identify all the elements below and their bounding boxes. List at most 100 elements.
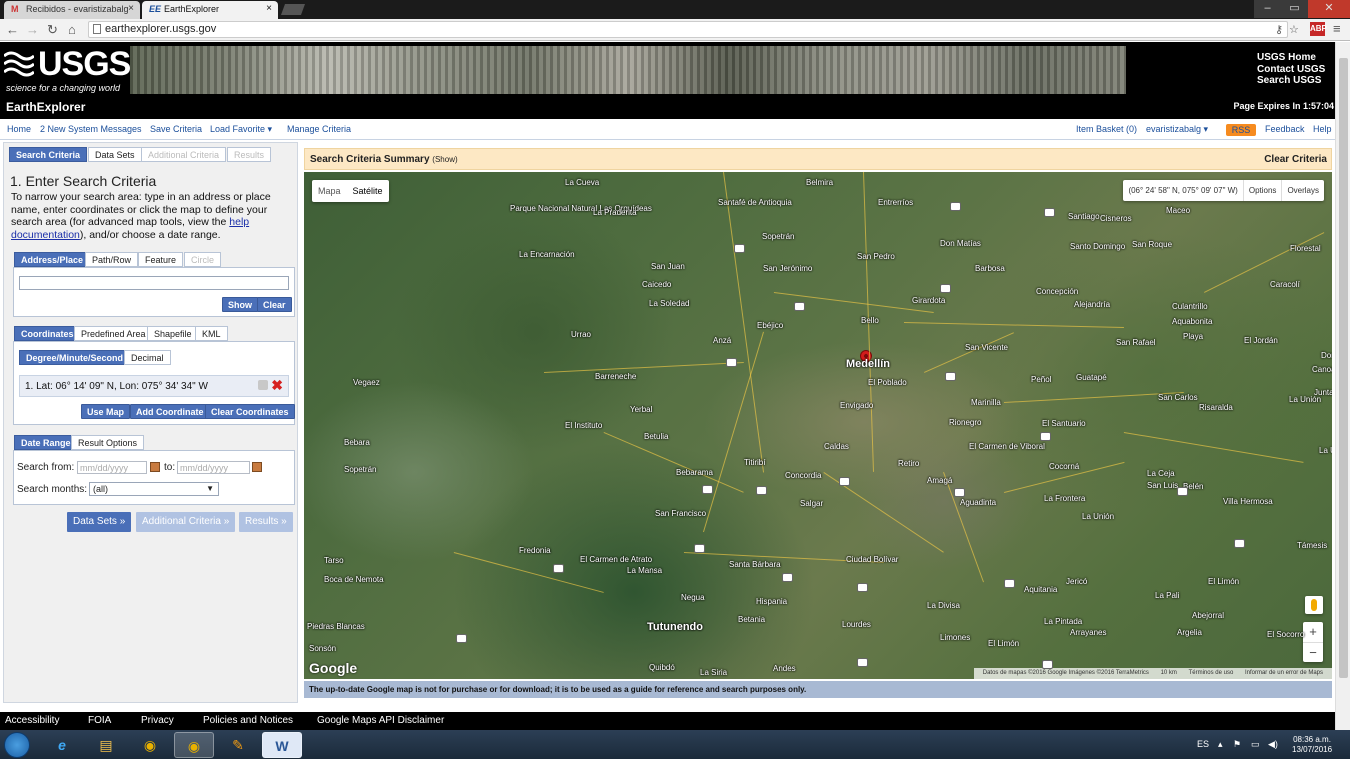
data-sets-next-button[interactable]: Data Sets » <box>67 512 132 532</box>
back-arrow-icon[interactable]: ← <box>6 22 19 37</box>
menu-save-criteria[interactable]: Save Criteria <box>150 124 202 134</box>
tab-address-place[interactable]: Address/Place <box>14 252 91 267</box>
calendar-icon[interactable] <box>150 462 160 472</box>
tab-kml[interactable]: KML <box>195 326 228 341</box>
date-from-input[interactable]: mm/dd/yyyy <box>77 461 147 474</box>
tab-additional-criteria[interactable]: Additional Criteria <box>141 147 227 162</box>
date-to-input[interactable]: mm/dd/yyyy <box>177 461 250 474</box>
search-usgs-link[interactable]: Search USGS <box>1257 75 1325 87</box>
tab-result-options[interactable]: Result Options <box>71 435 145 450</box>
address-input[interactable] <box>19 276 289 290</box>
tab-shapefile[interactable]: Shapefile <box>147 326 199 341</box>
menu-load-favorite[interactable]: Load Favorite ▾ <box>210 124 272 135</box>
chrome-active-icon[interactable]: ◉ <box>174 732 214 758</box>
edit-coordinate-icon[interactable] <box>258 380 268 390</box>
satellite-map[interactable]: Mapa Satélite (06° 24' 58" N, 075° 09' 07… <box>304 172 1332 679</box>
map-data-credit: Datos de mapas ©2016 Google Imágenes ©20… <box>982 670 1149 676</box>
map-place-label: San Vicente <box>965 343 1008 352</box>
reload-icon[interactable]: ↻ <box>47 22 58 38</box>
show-hidden-icons-icon[interactable]: ▴ <box>1218 739 1223 750</box>
footer-google-maps-disclaimer[interactable]: Google Maps API Disclaimer <box>317 715 444 726</box>
road-shield-icon <box>794 302 805 311</box>
new-tab-button[interactable] <box>280 4 306 15</box>
footer-accessibility[interactable]: Accessibility <box>5 715 59 726</box>
menu-manage-criteria[interactable]: Manage Criteria <box>287 124 351 134</box>
paint-icon[interactable]: ✎ <box>218 732 258 758</box>
key-icon[interactable]: ⚷ <box>1275 23 1283 36</box>
usgs-logo[interactable]: USGS science for a changing world <box>4 46 131 94</box>
internet-explorer-icon[interactable]: e <box>42 732 82 758</box>
forward-arrow-icon[interactable]: → <box>26 22 39 37</box>
menu-item-basket[interactable]: Item Basket (0) <box>1076 124 1137 134</box>
zoom-in-button[interactable]: + <box>1303 622 1323 642</box>
tab-path-row[interactable]: Path/Row <box>85 252 139 267</box>
search-months-select[interactable]: (all) ▼ <box>89 482 219 496</box>
street-view-pegman-icon[interactable] <box>1305 596 1323 614</box>
report-error-link[interactable]: Informar de un error de Maps <box>1245 670 1323 676</box>
footer-foia[interactable]: FOIA <box>88 715 111 726</box>
file-explorer-icon[interactable]: ▤ <box>86 732 126 758</box>
network-icon[interactable]: ▭ <box>1251 739 1260 750</box>
map-type-mapa[interactable]: Mapa <box>312 180 347 202</box>
delete-coordinate-icon[interactable]: ✖ <box>271 377 283 394</box>
close-window-button[interactable]: ✕ <box>1308 0 1350 18</box>
minimize-button[interactable]: – <box>1254 0 1281 18</box>
tab-degree-minute-second[interactable]: Degree/Minute/Second <box>19 350 131 365</box>
show-button[interactable]: Show <box>222 297 258 312</box>
browser-tab-gmail[interactable]: M Recibidos - evaristizabalg × <box>4 1 140 19</box>
tab-circle[interactable]: Circle <box>184 252 222 267</box>
extension-icon[interactable]: ABP <box>1310 22 1327 36</box>
additional-criteria-next-button[interactable]: Additional Criteria » <box>136 512 236 532</box>
menu-home[interactable]: Home <box>7 124 31 134</box>
maximize-button[interactable]: ▭ <box>1281 0 1308 18</box>
home-icon[interactable]: ⌂ <box>68 22 76 37</box>
menu-help[interactable]: Help <box>1313 124 1332 134</box>
bookmark-star-icon[interactable]: ☆ <box>1289 23 1299 36</box>
close-tab-icon[interactable]: × <box>266 3 272 14</box>
scrollbar-thumb[interactable] <box>1339 58 1348 678</box>
volume-icon[interactable]: ◀) <box>1268 739 1278 750</box>
map-place-label: San Luis <box>1147 481 1179 490</box>
word-icon[interactable]: W <box>262 732 302 758</box>
map-overlays-button[interactable]: Overlays <box>1281 180 1324 201</box>
usgs-home-link[interactable]: USGS Home <box>1257 52 1325 64</box>
page-scrollbar[interactable] <box>1335 42 1350 730</box>
tab-search-criteria[interactable]: Search Criteria <box>9 147 88 162</box>
clear-button[interactable]: Clear <box>257 297 292 312</box>
close-tab-icon[interactable]: × <box>128 3 134 14</box>
map-type-satelite[interactable]: Satélite <box>347 180 389 202</box>
use-map-button[interactable]: Use Map <box>81 404 131 419</box>
chrome-icon[interactable]: ◉ <box>130 732 170 758</box>
menu-user[interactable]: evaristizabalg ▾ <box>1146 124 1208 135</box>
menu-system-messages[interactable]: 2 New System Messages <box>40 124 142 134</box>
rss-icon[interactable]: RSS <box>1226 124 1256 136</box>
summary-show-link[interactable]: (Show) <box>432 155 457 164</box>
url-input[interactable]: earthexplorer.usgs.gov <box>88 21 1288 38</box>
chrome-menu-icon[interactable]: ≡ <box>1333 21 1341 36</box>
browser-tab-earthexplorer[interactable]: EE EarthExplorer × <box>142 1 278 19</box>
language-indicator[interactable]: ES <box>1197 739 1209 749</box>
tab-date-range[interactable]: Date Range <box>14 435 78 450</box>
terms-link[interactable]: Términos de uso <box>1189 670 1234 676</box>
clear-coordinates-button[interactable]: Clear Coordinates <box>205 404 295 419</box>
tab-results[interactable]: Results <box>227 147 272 162</box>
tab-feature[interactable]: Feature <box>138 252 184 267</box>
results-next-button[interactable]: Results » <box>239 512 293 532</box>
tab-decimal[interactable]: Decimal <box>124 350 171 365</box>
map-place-label: La Soledad <box>649 299 690 308</box>
system-clock[interactable]: 08:36 a.m. 13/07/2016 <box>1292 735 1332 755</box>
contact-usgs-link[interactable]: Contact USGS <box>1257 64 1325 76</box>
map-options-button[interactable]: Options <box>1242 180 1282 201</box>
add-coordinate-button[interactable]: Add Coordinate <box>130 404 210 419</box>
tab-predefined-area[interactable]: Predefined Area <box>74 326 153 341</box>
menu-feedback[interactable]: Feedback <box>1265 124 1305 134</box>
footer-policies[interactable]: Policies and Notices <box>203 715 293 726</box>
action-center-flag-icon[interactable]: ⚑ <box>1233 739 1241 750</box>
calendar-icon[interactable] <box>252 462 262 472</box>
zoom-out-button[interactable]: − <box>1303 642 1323 662</box>
footer-privacy[interactable]: Privacy <box>141 715 174 726</box>
tab-data-sets[interactable]: Data Sets <box>88 147 142 162</box>
tab-coordinates[interactable]: Coordinates <box>14 326 81 341</box>
clear-criteria-link[interactable]: Clear Criteria <box>1264 154 1327 165</box>
start-button[interactable] <box>4 732 30 758</box>
